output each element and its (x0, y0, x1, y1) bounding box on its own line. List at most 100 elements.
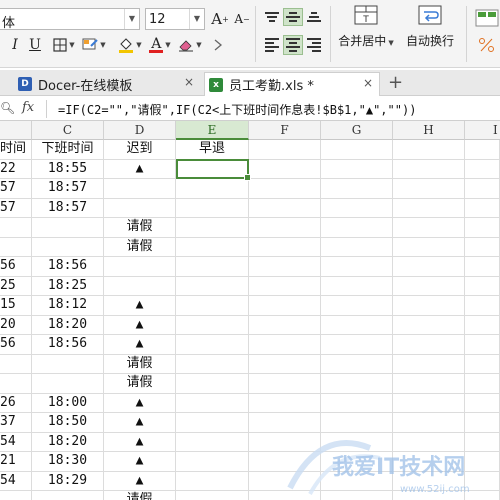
cell-f[interactable] (249, 218, 321, 238)
cell-b[interactable]: 26 (0, 393, 32, 413)
cell-d[interactable]: ▲ (104, 159, 176, 179)
wrap-text-button[interactable]: 自动换行 (402, 4, 458, 49)
column-header-f[interactable]: F (249, 121, 321, 140)
font-name-combo[interactable]: 体 ▼ (0, 8, 140, 31)
align-center-button[interactable] (283, 35, 303, 55)
cell-d[interactable] (104, 276, 176, 296)
cell-g[interactable] (321, 218, 393, 238)
cell-d[interactable]: ▲ (104, 452, 176, 472)
cell-g[interactable] (321, 179, 393, 199)
cell-g[interactable] (321, 276, 393, 296)
align-middle-button[interactable] (283, 8, 303, 26)
close-icon[interactable]: × (363, 76, 373, 90)
cell-d[interactable]: ▲ (104, 296, 176, 316)
cell-i[interactable] (465, 296, 500, 316)
cell-h[interactable] (393, 237, 465, 257)
column-header-c[interactable]: C (32, 121, 104, 140)
cell-h[interactable] (393, 159, 465, 179)
cell-h[interactable] (393, 354, 465, 374)
cell-h[interactable] (393, 393, 465, 413)
cell-d[interactable]: ▲ (104, 432, 176, 452)
cell-b[interactable]: 57 (0, 198, 32, 218)
cell-b[interactable]: 56 (0, 257, 32, 277)
cell-d[interactable]: 请假 (104, 354, 176, 374)
cell-c[interactable]: 18:56 (32, 335, 104, 355)
chevron-down-icon[interactable]: ▼ (124, 9, 139, 29)
cell-h[interactable] (393, 140, 465, 160)
cell-e[interactable] (176, 374, 249, 394)
cell-b[interactable] (0, 491, 32, 500)
cell-h[interactable] (393, 179, 465, 199)
align-top-button[interactable] (262, 8, 282, 26)
cell-d[interactable]: ▲ (104, 413, 176, 433)
cell-b[interactable] (0, 237, 32, 257)
align-left-button[interactable] (262, 35, 282, 55)
cell-f[interactable] (249, 179, 321, 199)
formula-input[interactable]: =IF(C2="","请假",IF(C2<上下班时间作息表!$B$1,"▲","… (58, 101, 416, 118)
cell-f[interactable] (249, 315, 321, 335)
insert-function-button[interactable]: fx (22, 100, 34, 115)
cell-f[interactable] (249, 276, 321, 296)
cell-i[interactable] (465, 159, 500, 179)
zoom-icon[interactable]: 🔍︎ (0, 101, 15, 115)
cell-c[interactable]: 18:12 (32, 296, 104, 316)
cell-style-button[interactable]: ▼ (80, 35, 108, 55)
cell-f[interactable] (249, 257, 321, 277)
cell-d[interactable] (104, 179, 176, 199)
cell-g[interactable] (321, 393, 393, 413)
cell-c[interactable]: 下班时间 (32, 140, 104, 160)
cell-e[interactable] (176, 315, 249, 335)
cell-i[interactable] (465, 198, 500, 218)
cell-c[interactable]: 18:30 (32, 452, 104, 472)
align-bottom-button[interactable] (304, 8, 324, 26)
cell-b[interactable] (0, 218, 32, 238)
cell-f[interactable] (249, 159, 321, 179)
cell-e[interactable] (176, 452, 249, 472)
cell-e[interactable] (176, 198, 249, 218)
cell-g[interactable] (321, 159, 393, 179)
cell-c[interactable]: 18:29 (32, 471, 104, 491)
cell-g[interactable] (321, 257, 393, 277)
cell-c[interactable]: 18:56 (32, 257, 104, 277)
cell-d[interactable]: 请假 (104, 491, 176, 500)
cell-b[interactable]: 54 (0, 432, 32, 452)
cell-e[interactable] (176, 276, 249, 296)
cell-b[interactable]: 时间 (0, 140, 32, 160)
column-header-b[interactable] (0, 121, 32, 140)
align-right-button[interactable] (304, 35, 324, 55)
cell-c[interactable] (32, 237, 104, 257)
cell-b[interactable]: 15 (0, 296, 32, 316)
column-header-e[interactable]: E (176, 121, 249, 140)
cell-c[interactable]: 18:00 (32, 393, 104, 413)
cell-e[interactable] (176, 354, 249, 374)
cell-h[interactable] (393, 257, 465, 277)
cell-h[interactable] (393, 335, 465, 355)
cell-e[interactable] (176, 471, 249, 491)
cell-b[interactable]: 57 (0, 179, 32, 199)
cell-f[interactable] (249, 393, 321, 413)
fill-color-button[interactable]: ▼ (116, 35, 144, 55)
cell-c[interactable]: 18:55 (32, 159, 104, 179)
clear-format-button[interactable]: ▼ (176, 35, 204, 55)
cell-e[interactable]: 早退 (176, 140, 249, 160)
cell-i[interactable] (465, 354, 500, 374)
underline-button[interactable]: U (26, 35, 44, 55)
cell-g[interactable] (321, 374, 393, 394)
cell-b[interactable]: 21 (0, 452, 32, 472)
new-tab-button[interactable]: + (388, 72, 403, 93)
italic-button[interactable]: I (6, 35, 24, 55)
cell-i[interactable] (465, 374, 500, 394)
cell-c[interactable] (32, 491, 104, 500)
font-size-combo[interactable]: 12 ▼ (145, 8, 205, 30)
cell-e[interactable] (176, 257, 249, 277)
cell-d[interactable]: ▲ (104, 335, 176, 355)
cell-g[interactable] (321, 296, 393, 316)
cell-d[interactable] (104, 257, 176, 277)
column-header-h[interactable]: H (393, 121, 465, 140)
cell-f[interactable] (249, 354, 321, 374)
cell-d[interactable]: 请假 (104, 374, 176, 394)
cell-d[interactable] (104, 198, 176, 218)
cell-g[interactable] (321, 198, 393, 218)
cell-h[interactable] (393, 198, 465, 218)
cell-d[interactable]: ▲ (104, 471, 176, 491)
